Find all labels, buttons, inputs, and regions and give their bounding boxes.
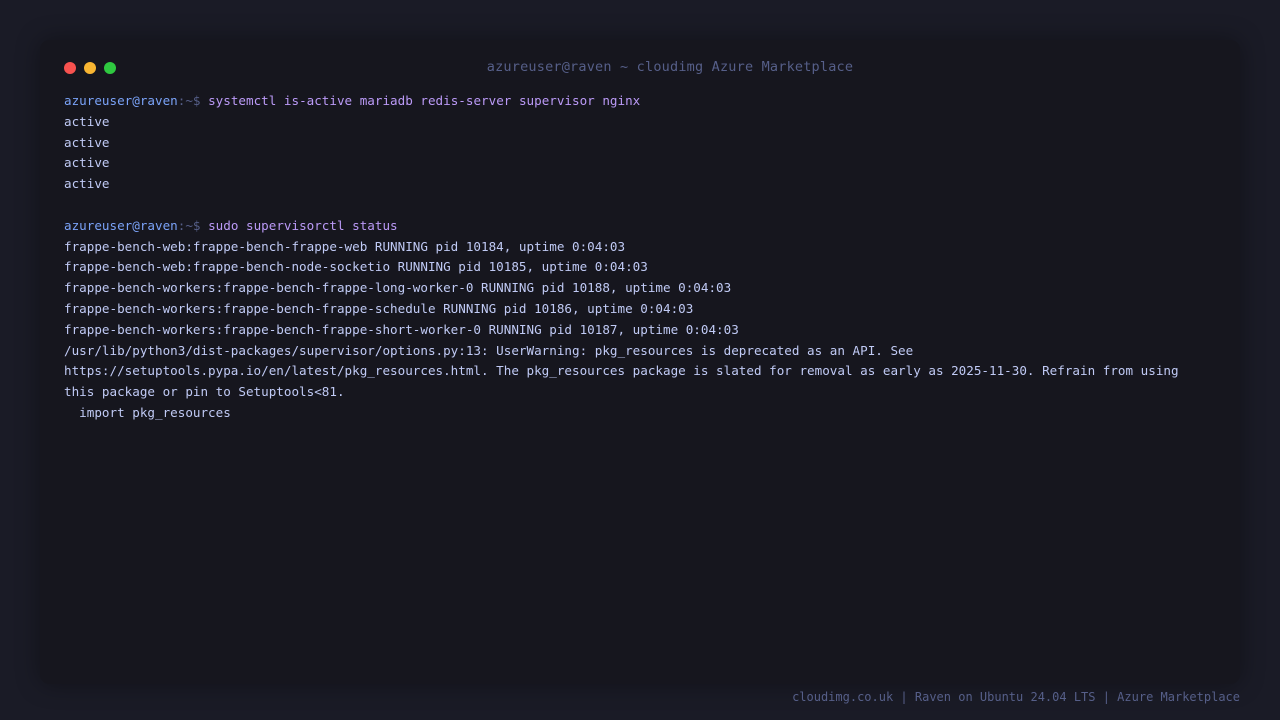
output-line: frappe-bench-workers:frappe-bench-frappe… (64, 300, 694, 316)
output-line: frappe-bench-workers:frappe-bench-frappe… (64, 280, 732, 296)
terminal-output[interactable]: azureuser@raven:~$ systemctl is-active m… (64, 91, 1224, 424)
terminal-window: azureuser@raven ~ cloudimg Azure Marketp… (40, 40, 1240, 684)
output-line: https://setuptools.pypa.io/en/latest/pkg… (64, 363, 1179, 379)
output-line: this package or pin to Setuptools<81. (64, 384, 345, 400)
prompt-user: azureuser@raven (64, 93, 178, 108)
command-text: sudo supervisorctl status (208, 217, 398, 233)
output-line: active (64, 134, 110, 150)
output-line: active (64, 113, 110, 129)
prompt-line: azureuser@raven:~$ sudo supervisorctl st… (64, 216, 1224, 237)
output-line: frappe-bench-web:frappe-bench-node-socke… (64, 259, 648, 275)
output-line: /usr/lib/python3/dist-packages/superviso… (64, 342, 914, 358)
window-title: azureuser@raven ~ cloudimg Azure Marketp… (486, 59, 854, 75)
prompt-path: :~$ (177, 217, 209, 233)
title-bar: azureuser@raven ~ cloudimg Azure Marketp… (40, 40, 1240, 96)
footer-caption: cloudimg.co.uk | Raven on Ubuntu 24.04 L… (792, 690, 1240, 704)
prompt-path: :~$ (177, 93, 209, 108)
output-line: active (64, 155, 110, 171)
prompt-line: azureuser@raven:~$ systemctl is-active m… (64, 91, 1224, 112)
output-line: active (64, 176, 110, 192)
output-line: frappe-bench-web:frappe-bench-frappe-web… (64, 238, 626, 254)
prompt-user: azureuser@raven (64, 217, 178, 233)
output-line: frappe-bench-workers:frappe-bench-frappe… (64, 321, 739, 337)
output-line: import pkg_resources (64, 404, 231, 420)
command-text: systemctl is-active mariadb redis-server… (208, 93, 641, 108)
